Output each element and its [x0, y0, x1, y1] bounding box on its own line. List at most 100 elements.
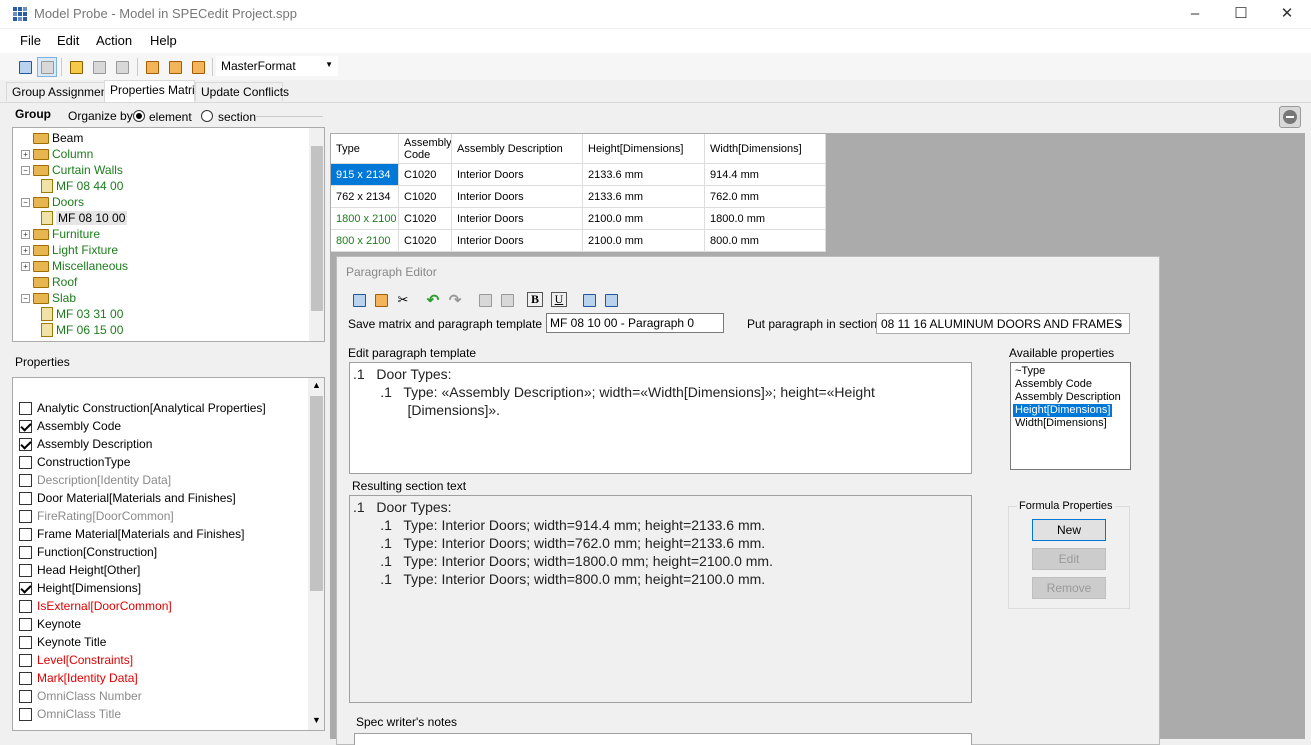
- available-property-item[interactable]: Width[Dimensions]: [1013, 417, 1109, 430]
- available-property-item[interactable]: Height[Dimensions]: [1013, 404, 1113, 417]
- spec-icon[interactable]: [142, 57, 162, 77]
- property-checkbox[interactable]: [19, 581, 32, 595]
- table-cell[interactable]: 762 x 2134: [331, 186, 399, 208]
- probe-icon[interactable]: [66, 57, 86, 77]
- outdent-icon[interactable]: [475, 290, 495, 310]
- chevron-up-icon[interactable]: ▲: [312, 380, 321, 390]
- table-cell[interactable]: C1020: [399, 230, 452, 252]
- tree-item[interactable]: − Slab: [21, 290, 76, 306]
- property-item[interactable]: Description[Identity Data]: [19, 471, 171, 489]
- collapse-button[interactable]: [1279, 106, 1301, 128]
- available-property-item[interactable]: Assembly Description: [1013, 391, 1123, 404]
- table-cell[interactable]: C1020: [399, 186, 452, 208]
- tree-item[interactable]: − Doors: [21, 194, 84, 210]
- formula-new-button[interactable]: New: [1032, 519, 1106, 541]
- property-checkbox[interactable]: [19, 491, 32, 505]
- table-cell[interactable]: 762.0 mm: [705, 186, 826, 208]
- properties-matrix-grid[interactable]: Type Assembly Code Assembly Description Hei…: [331, 134, 826, 252]
- tab-update-conflicts[interactable]: Update Conflicts: [195, 82, 289, 101]
- property-checkbox[interactable]: [19, 527, 32, 541]
- property-checkbox[interactable]: [19, 671, 32, 685]
- tree-item[interactable]: MF 08 10 00: [41, 210, 128, 226]
- table-cell[interactable]: 914.4 mm: [705, 164, 826, 186]
- collapse-icon[interactable]: −: [21, 165, 30, 175]
- cut-icon[interactable]: ✂: [393, 290, 413, 310]
- property-item[interactable]: Assembly Code: [19, 417, 121, 435]
- property-checkbox[interactable]: [19, 563, 32, 577]
- column-header[interactable]: Assembly Description: [452, 134, 583, 164]
- column-header[interactable]: Width[Dimensions]: [705, 134, 826, 164]
- property-checkbox[interactable]: [19, 689, 32, 703]
- property-checkbox[interactable]: [19, 401, 32, 415]
- table-cell[interactable]: 800.0 mm: [705, 230, 826, 252]
- section-select[interactable]: 08 11 16 ALUMINUM DOORS AND FRAMES ⌄: [876, 313, 1130, 334]
- property-item[interactable]: ConstructionType: [19, 453, 130, 471]
- property-checkbox[interactable]: [19, 635, 32, 649]
- result-textarea[interactable]: .1 Door Types: .1 Type: Interior Doors; …: [349, 495, 972, 703]
- save-icon[interactable]: [15, 57, 35, 77]
- property-item[interactable]: Door Material[Materials and Finishes]: [19, 489, 236, 507]
- maximize-button[interactable]: ☐: [1218, 0, 1264, 28]
- table-cell[interactable]: Interior Doors: [452, 164, 583, 186]
- tree-item[interactable]: + Miscellaneous: [21, 258, 128, 274]
- template-textarea[interactable]: .1 Door Types: .1 Type: «Assembly Descri…: [349, 362, 972, 474]
- redo-icon[interactable]: ↷: [445, 290, 465, 310]
- refresh-icon[interactable]: [89, 57, 109, 77]
- table-cell[interactable]: 915 x 2134: [331, 164, 399, 186]
- property-checkbox[interactable]: [19, 599, 32, 613]
- formula-edit-button[interactable]: Edit: [1032, 548, 1106, 570]
- formula-remove-button[interactable]: Remove: [1032, 577, 1106, 599]
- undo-icon[interactable]: ↶: [423, 290, 443, 310]
- tree-item[interactable]: MF 06 15 00: [41, 322, 123, 338]
- tab-group-assignment[interactable]: Group Assignment: [6, 82, 111, 101]
- save-as-input[interactable]: MF 08 10 00 - Paragraph 0: [546, 313, 724, 333]
- collapse-icon[interactable]: −: [21, 293, 30, 303]
- property-item[interactable]: Head Height[Other]: [19, 561, 140, 579]
- property-item[interactable]: OmniClass Number: [19, 687, 142, 705]
- tree-item[interactable]: MF 03 31 00: [41, 306, 123, 322]
- property-item[interactable]: FireRating[DoorCommon]: [19, 507, 174, 525]
- property-checkbox[interactable]: [19, 653, 32, 667]
- property-item[interactable]: Keynote Title: [19, 633, 106, 651]
- table-cell[interactable]: C1020: [399, 164, 452, 186]
- available-properties-list[interactable]: ~Type Assembly Code Assembly Description He…: [1010, 362, 1131, 470]
- tree-item[interactable]: + Column: [21, 146, 93, 162]
- property-item[interactable]: Analytic Construction[Analytical Propert…: [19, 399, 266, 417]
- table-icon[interactable]: [601, 290, 621, 310]
- property-item[interactable]: Level[Constraints]: [19, 651, 133, 669]
- properties-scroll-thumb[interactable]: [310, 396, 323, 591]
- expand-icon[interactable]: +: [21, 149, 30, 159]
- column-header[interactable]: Type: [331, 134, 399, 164]
- spec-settings-icon[interactable]: [188, 57, 208, 77]
- close-button[interactable]: ✕: [1264, 0, 1310, 28]
- column-header[interactable]: Assembly Code: [399, 134, 452, 164]
- collapse-icon[interactable]: −: [21, 197, 30, 207]
- tree-item[interactable]: + Light Fixture: [21, 242, 118, 258]
- property-checkbox[interactable]: [19, 707, 32, 721]
- tree-item[interactable]: − Curtain Walls: [21, 162, 123, 178]
- property-item[interactable]: Height[Dimensions]: [19, 579, 141, 597]
- chevron-down-icon[interactable]: ▼: [312, 715, 321, 725]
- spec-export-icon[interactable]: [165, 57, 185, 77]
- table-cell[interactable]: 2100.0 mm: [583, 208, 705, 230]
- property-item[interactable]: Function[Construction]: [19, 543, 157, 561]
- table-cell[interactable]: Interior Doors: [452, 208, 583, 230]
- group-tree[interactable]: Beam + Column − Curtain Walls MF 08 44 00 − Doo…: [12, 127, 325, 342]
- radio-section[interactable]: [201, 110, 213, 122]
- radio-element[interactable]: [133, 110, 145, 122]
- property-checkbox[interactable]: [19, 509, 32, 523]
- underline-icon[interactable]: U: [551, 292, 567, 307]
- tree-item[interactable]: Beam: [21, 130, 83, 146]
- matrix-view-icon[interactable]: [37, 57, 57, 77]
- table-cell[interactable]: 2133.6 mm: [583, 186, 705, 208]
- table-cell[interactable]: 1800.0 mm: [705, 208, 826, 230]
- column-header[interactable]: Height[Dimensions]: [583, 134, 705, 164]
- bold-icon[interactable]: B: [527, 292, 543, 307]
- property-checkbox[interactable]: [19, 545, 32, 559]
- expand-icon[interactable]: +: [21, 229, 30, 239]
- table-cell[interactable]: 2100.0 mm: [583, 230, 705, 252]
- tree-item[interactable]: Roof: [21, 274, 77, 290]
- available-property-item[interactable]: ~Type: [1013, 365, 1047, 378]
- paste-icon[interactable]: [371, 290, 391, 310]
- property-checkbox[interactable]: [19, 437, 32, 451]
